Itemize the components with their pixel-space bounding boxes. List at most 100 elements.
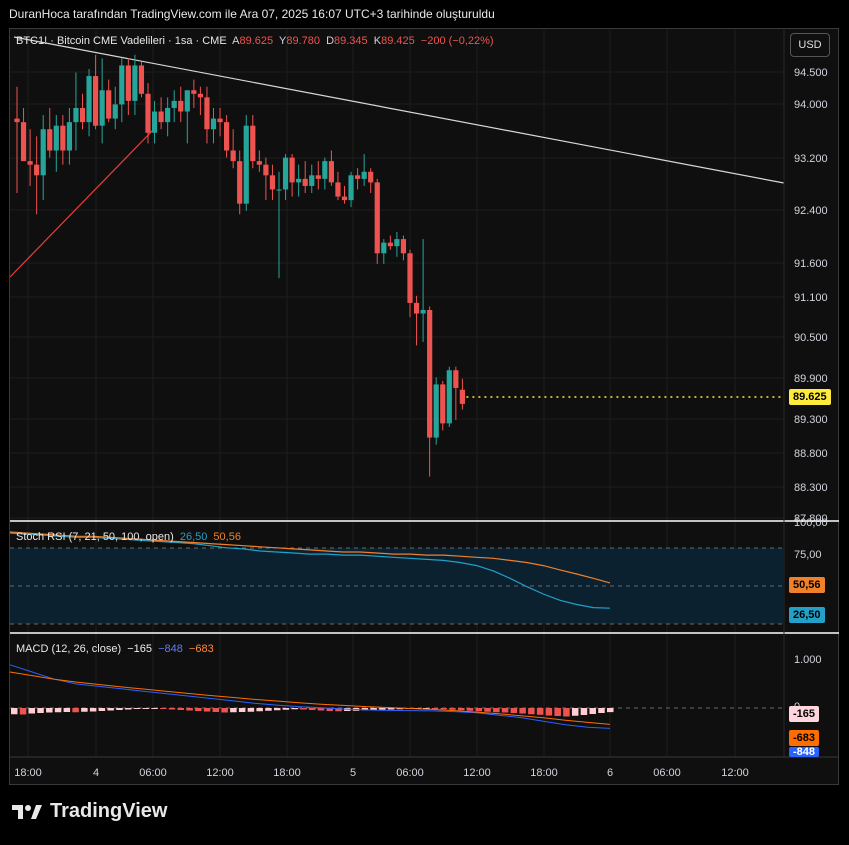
macd-histogram-bar	[484, 708, 491, 712]
macd-hist-value: −165	[127, 643, 152, 655]
macd-histogram-bar	[203, 708, 211, 712]
candle-body	[112, 104, 118, 119]
time-axis-tick: 5	[350, 767, 356, 779]
low-value: 89.345	[334, 35, 368, 47]
low-label: D	[326, 35, 335, 47]
candle-body	[427, 309, 433, 438]
price-legend: BTC1! · Bitcoin CME Vadelileri · 1sa · C…	[16, 35, 497, 47]
macd-histogram-bar	[580, 708, 588, 715]
time-axis-tick: 6	[607, 767, 613, 779]
macd-histogram-bar	[168, 708, 176, 710]
macd-title[interactable]: MACD (12, 26, close)	[16, 643, 121, 655]
macd-histogram-bar	[449, 708, 456, 710]
support-trendline	[9, 127, 156, 278]
candle-body	[184, 90, 190, 112]
macd-histogram-bar	[571, 708, 579, 716]
macd-histogram-bar	[107, 708, 114, 711]
macd-histogram-bar	[177, 708, 185, 710]
macd-line-signal	[9, 671, 611, 725]
resistance-trendline	[13, 36, 785, 184]
currency-button[interactable]: USD	[790, 33, 830, 57]
macd-hist-tag: -165	[789, 706, 820, 722]
time-axis-tick: 06:00	[396, 767, 424, 779]
price-axis-tick: 89.900	[794, 373, 828, 385]
candle-body	[440, 384, 446, 424]
candle-body	[178, 100, 184, 112]
macd-histogram-bar	[458, 708, 465, 711]
candle-body	[217, 118, 223, 123]
last-price-tag: 89.625	[789, 389, 831, 405]
macd-signal-value: −683	[188, 643, 214, 655]
macd-histogram-bar	[19, 708, 27, 715]
candle-body	[99, 90, 105, 126]
time-axis-tick: 12:00	[463, 767, 491, 779]
macd-histogram-bar	[273, 708, 281, 711]
candle-body	[250, 125, 256, 162]
candle-body	[348, 175, 354, 201]
macd-signal-tag: -683	[789, 730, 820, 746]
macd-histogram-bar	[563, 708, 570, 717]
candle-body	[138, 65, 145, 94]
macd-histogram-bar	[98, 708, 106, 711]
macd-histogram-bar	[133, 708, 141, 709]
candle-body	[171, 100, 177, 108]
close-label: K	[373, 35, 382, 47]
time-axis-tick: 18:00	[273, 767, 301, 779]
macd-histogram-bar	[300, 708, 307, 710]
price-axis-tick: 88.300	[794, 482, 828, 494]
macd-histogram-bar	[46, 708, 53, 713]
stoch-title[interactable]: Stoch RSI (7, 21, 50, 100, open)	[16, 531, 174, 543]
macd-histogram-bar	[212, 708, 220, 712]
candle-body	[400, 239, 407, 254]
macd-histogram-bar	[160, 708, 167, 709]
macd-histogram-bar	[63, 708, 71, 712]
price-axis-tick: 89.300	[794, 414, 828, 426]
candle-body	[125, 65, 131, 101]
symbol-label[interactable]: BTC1! · Bitcoin CME Vadelileri · 1sa · C…	[16, 35, 227, 47]
macd-histogram-bar	[519, 708, 526, 714]
candle-body	[66, 122, 72, 151]
stoch-d-tag: 50,56	[789, 577, 825, 593]
macd-histogram-bar	[431, 708, 439, 709]
candle-body	[158, 111, 164, 123]
tradingview-logo[interactable]: TradingView	[12, 800, 167, 823]
macd-histogram-bar	[501, 708, 509, 713]
macd-legend: MACD (12, 26, close) −165 −848 −683	[16, 643, 217, 655]
candle-body	[20, 122, 27, 162]
candle-body	[34, 164, 40, 176]
macd-histogram-bar	[256, 708, 263, 712]
macd-histogram-bar	[440, 708, 447, 710]
candle-body	[191, 90, 197, 94]
macd-histogram-bar	[54, 708, 62, 713]
macd-line-value: −848	[158, 643, 183, 655]
macd-histogram-bar	[291, 708, 298, 710]
candle-body	[224, 122, 230, 151]
macd-histogram-bar	[598, 708, 605, 713]
candle-body	[210, 118, 217, 130]
candle-body	[119, 65, 125, 105]
macd-histogram-bar	[309, 708, 316, 710]
macd-histogram-bar	[221, 708, 228, 713]
tradingview-logo-icon	[12, 804, 42, 819]
time-axis-tick: 12:00	[721, 767, 749, 779]
brand-name: TradingView	[50, 800, 168, 822]
candle-body	[315, 175, 321, 179]
change-value: −200 (−0,22%)	[420, 35, 494, 47]
candle-body	[289, 157, 295, 183]
time-axis-tick: 4	[93, 767, 99, 779]
macd-histogram-bar	[554, 708, 561, 716]
candle-body	[106, 90, 112, 119]
candle-body	[47, 129, 53, 151]
candle-body	[237, 161, 243, 204]
candle-body	[335, 182, 341, 197]
chart-canvas[interactable]: 94.500 94.000 93.200 92.400 91.600 91.100 90.5…	[0, 0, 849, 845]
candle-body	[53, 125, 59, 151]
time-axis-tick: 06:00	[653, 767, 681, 779]
price-axis-tick: 92.400	[794, 205, 828, 217]
price-axis-tick: 91.100	[794, 292, 828, 304]
macd-histogram-bar	[72, 708, 79, 713]
macd-histogram-bar	[265, 708, 272, 711]
candle-body	[256, 161, 262, 165]
stoch-legend: Stoch RSI (7, 21, 50, 100, open) 26,50 5…	[16, 531, 244, 543]
macd-histogram-bar	[379, 708, 386, 710]
